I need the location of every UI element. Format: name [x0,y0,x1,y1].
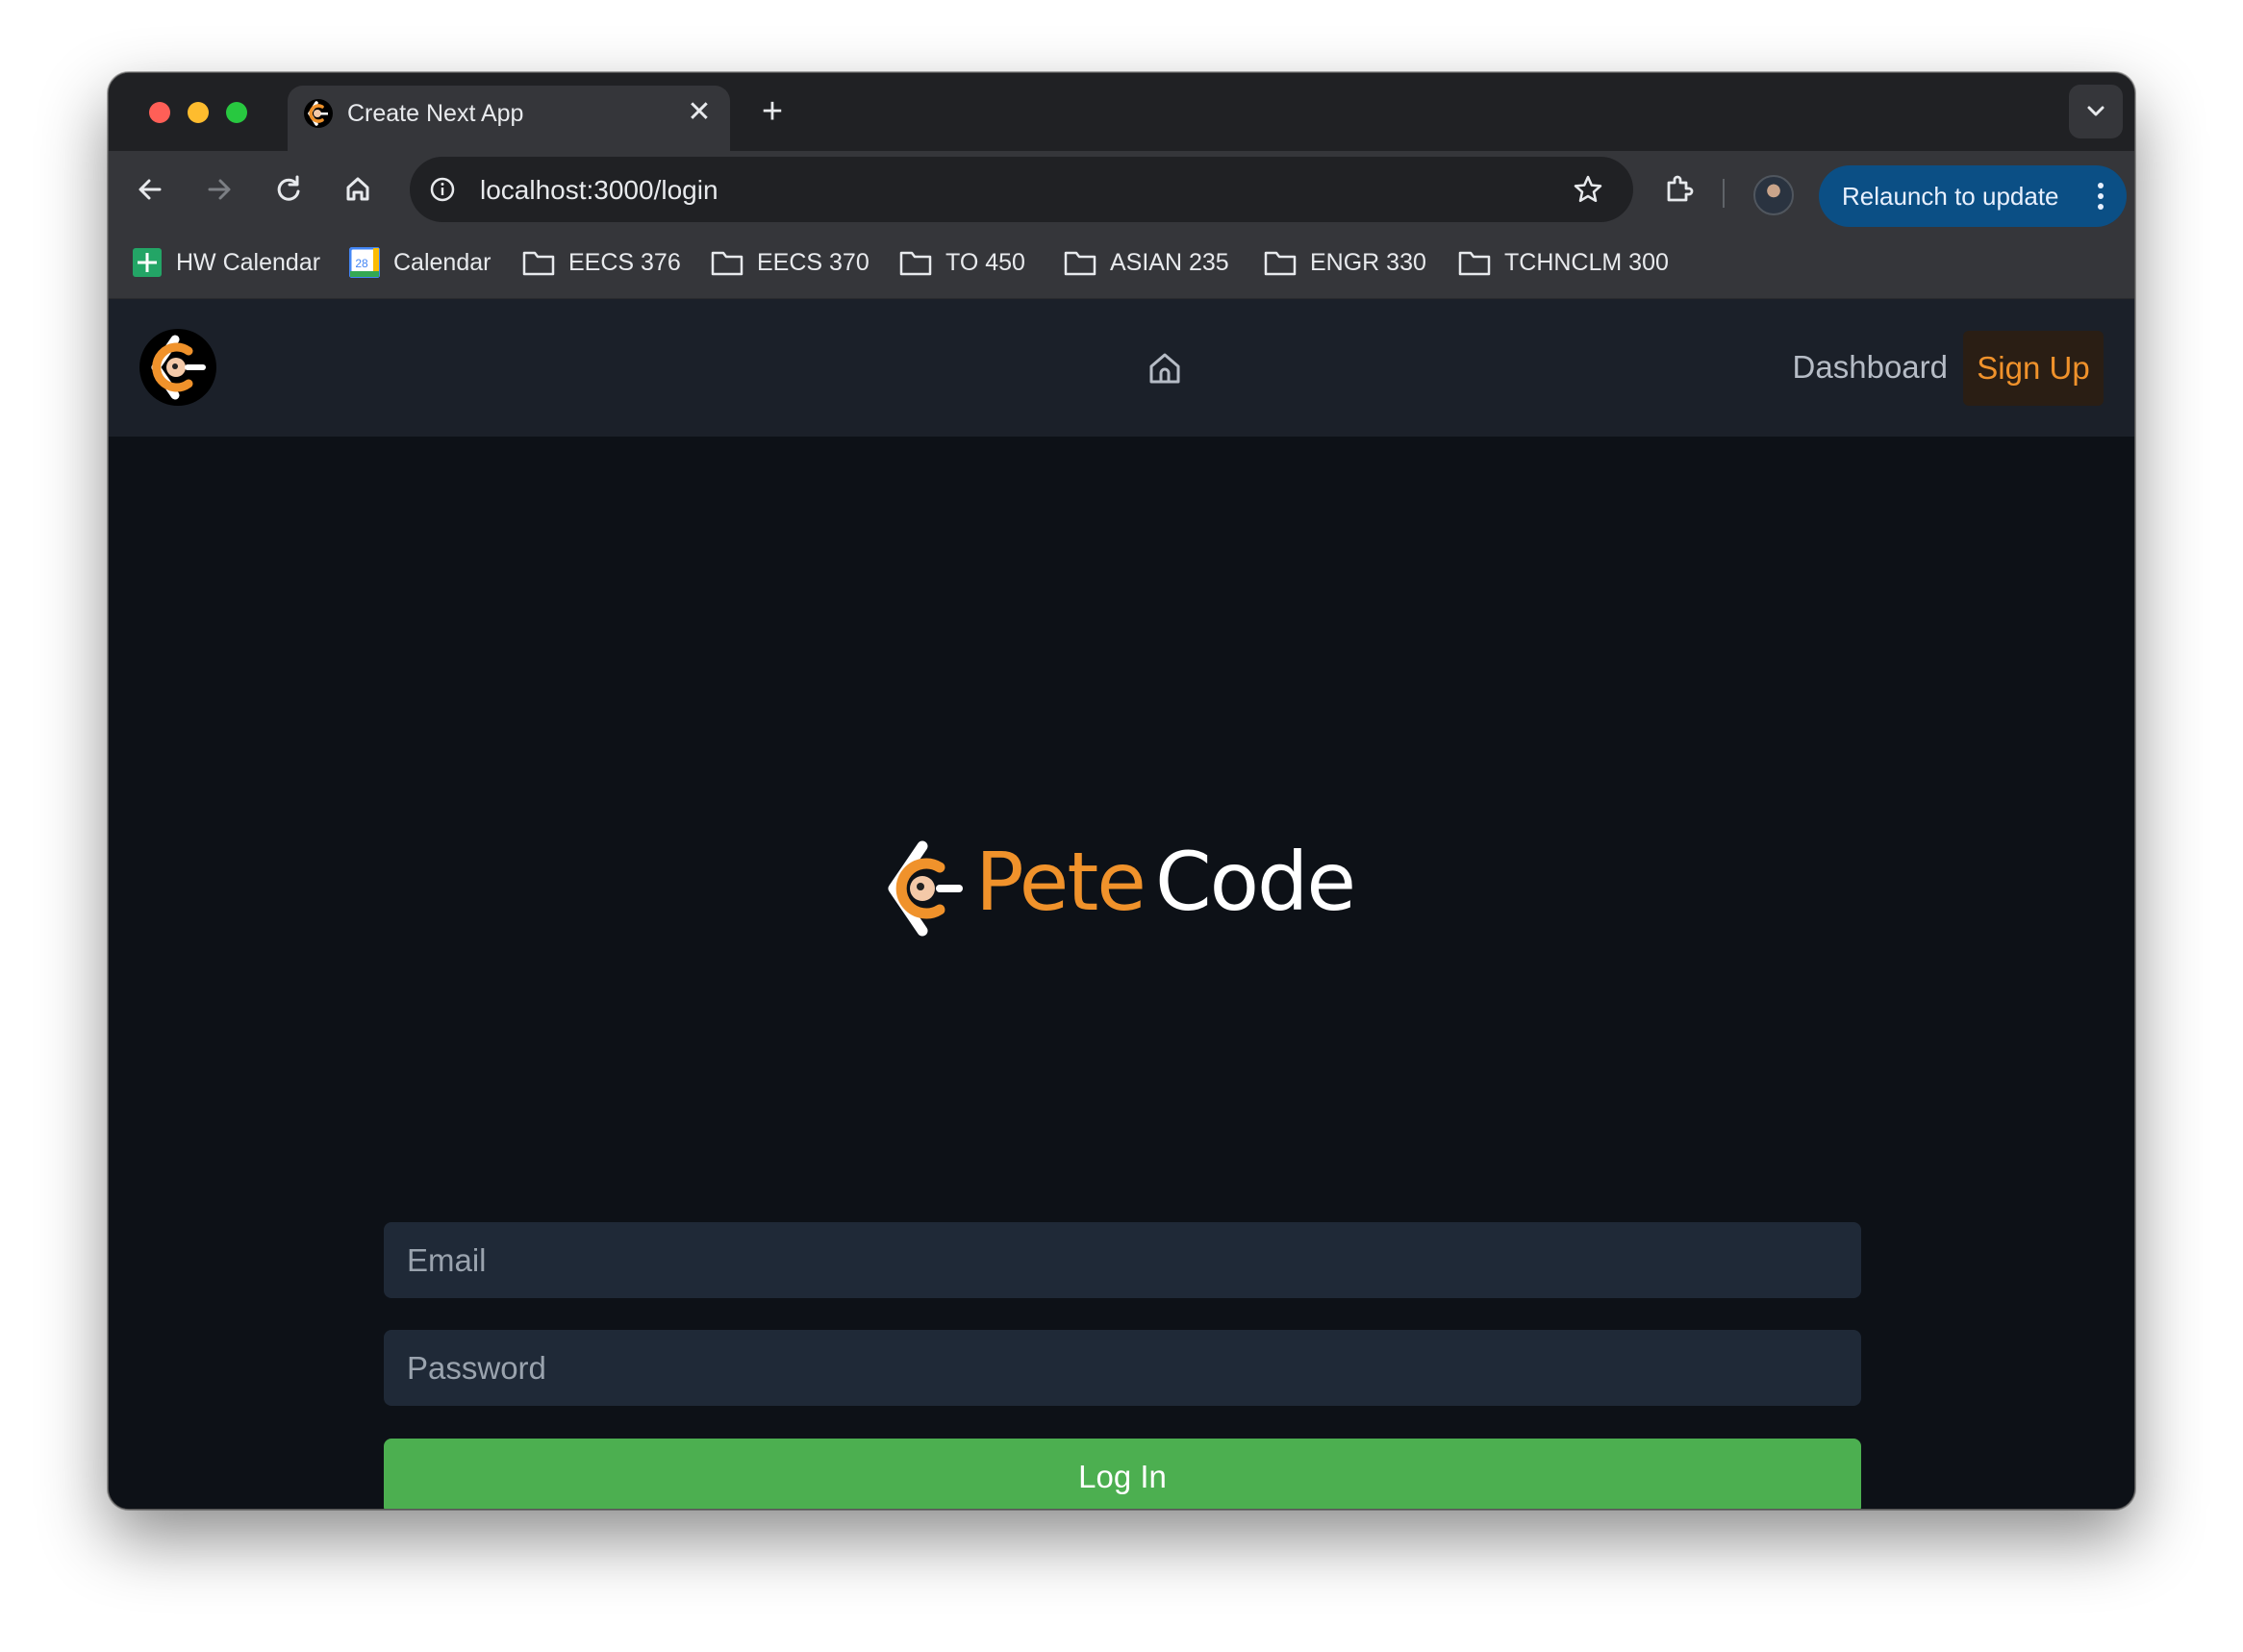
sheets-icon [133,248,162,277]
bookmark-label: TCHNCLM 300 [1504,248,1669,276]
petecode-favicon-icon [304,99,333,128]
page-viewport: Dashboard Sign Up Pete Code Log In [109,299,2134,1509]
close-window-button[interactable] [149,102,170,123]
calendar-icon: 28 [349,247,380,278]
profile-avatar[interactable] [1753,175,1794,215]
brand-word-code: Code [1155,835,1356,929]
bookmark-star-icon[interactable] [1570,171,1606,208]
folder-icon [1064,251,1096,276]
bookmark-tchnclm-300[interactable]: TCHNCLM 300 [1458,245,1669,280]
calendar-icon-date: 28 [355,257,368,270]
petecode-logo-icon[interactable] [139,328,217,407]
site-navbar: Dashboard Sign Up [109,299,2134,437]
site-info-icon[interactable] [425,172,460,207]
extensions-icon[interactable] [1657,167,1701,212]
tab-search-button[interactable] [2069,85,2123,138]
bookmarks-bar: HW Calendar 28 Calendar EECS 376 EECS 37… [109,228,2134,299]
bookmark-calendar[interactable]: 28 Calendar [349,245,491,280]
home-icon[interactable] [336,167,380,212]
minimize-window-button[interactable] [188,102,209,123]
brand-word-pete: Pete [975,835,1147,929]
relaunch-to-update-button[interactable]: Relaunch to update [1819,165,2127,227]
bookmark-to-450[interactable]: TO 450 [899,245,1025,280]
bookmark-eecs-370[interactable]: EECS 370 [711,245,869,280]
folder-icon [1458,251,1491,276]
folder-icon [711,251,743,276]
maximize-window-button[interactable] [226,102,247,123]
folder-icon [899,251,932,276]
bookmark-label: Calendar [393,248,491,276]
nav-signup-button[interactable]: Sign Up [1963,331,2104,406]
bookmark-label: EECS 370 [757,248,869,276]
more-vertical-icon[interactable] [2096,179,2105,213]
relaunch-label: Relaunch to update [1842,182,2059,211]
forward-icon[interactable] [197,167,241,212]
tab-title: Create Next App [347,100,524,127]
chevron-down-icon [2087,106,2104,116]
new-tab-button[interactable]: + [751,92,794,135]
reload-icon[interactable] [266,167,311,212]
bookmark-label: EECS 376 [568,248,681,276]
bookmark-hw-calendar[interactable]: HW Calendar [132,245,320,280]
petecode-mark-icon [888,840,963,937]
tab-close-icon[interactable]: ✕ [682,95,717,130]
bookmark-label: ASIAN 235 [1110,248,1229,276]
password-field[interactable] [384,1330,1861,1406]
folder-icon [1264,251,1297,276]
bookmark-engr-330[interactable]: ENGR 330 [1264,245,1426,280]
toolbar-divider [1723,179,1725,208]
tab-strip: Create Next App ✕ + [109,73,2134,151]
url-text[interactable]: localhost:3000/login [480,175,718,206]
home-icon[interactable] [1145,348,1185,388]
browser-window: Create Next App ✕ + localhost:3000/login [108,72,2135,1510]
bookmark-label: TO 450 [945,248,1025,276]
tab-create-next-app[interactable]: Create Next App ✕ [288,86,730,151]
bookmark-label: ENGR 330 [1310,248,1426,276]
login-button[interactable]: Log In [384,1439,1861,1509]
nav-dashboard-link[interactable]: Dashboard [1793,349,1948,386]
bookmark-asian-235[interactable]: ASIAN 235 [1064,245,1229,280]
back-icon[interactable] [128,167,172,212]
address-bar[interactable]: localhost:3000/login [410,157,1633,222]
bookmark-label: HW Calendar [176,248,321,276]
email-field[interactable] [384,1222,1861,1298]
folder-icon [522,251,555,276]
bookmark-eecs-376[interactable]: EECS 376 [522,245,681,280]
